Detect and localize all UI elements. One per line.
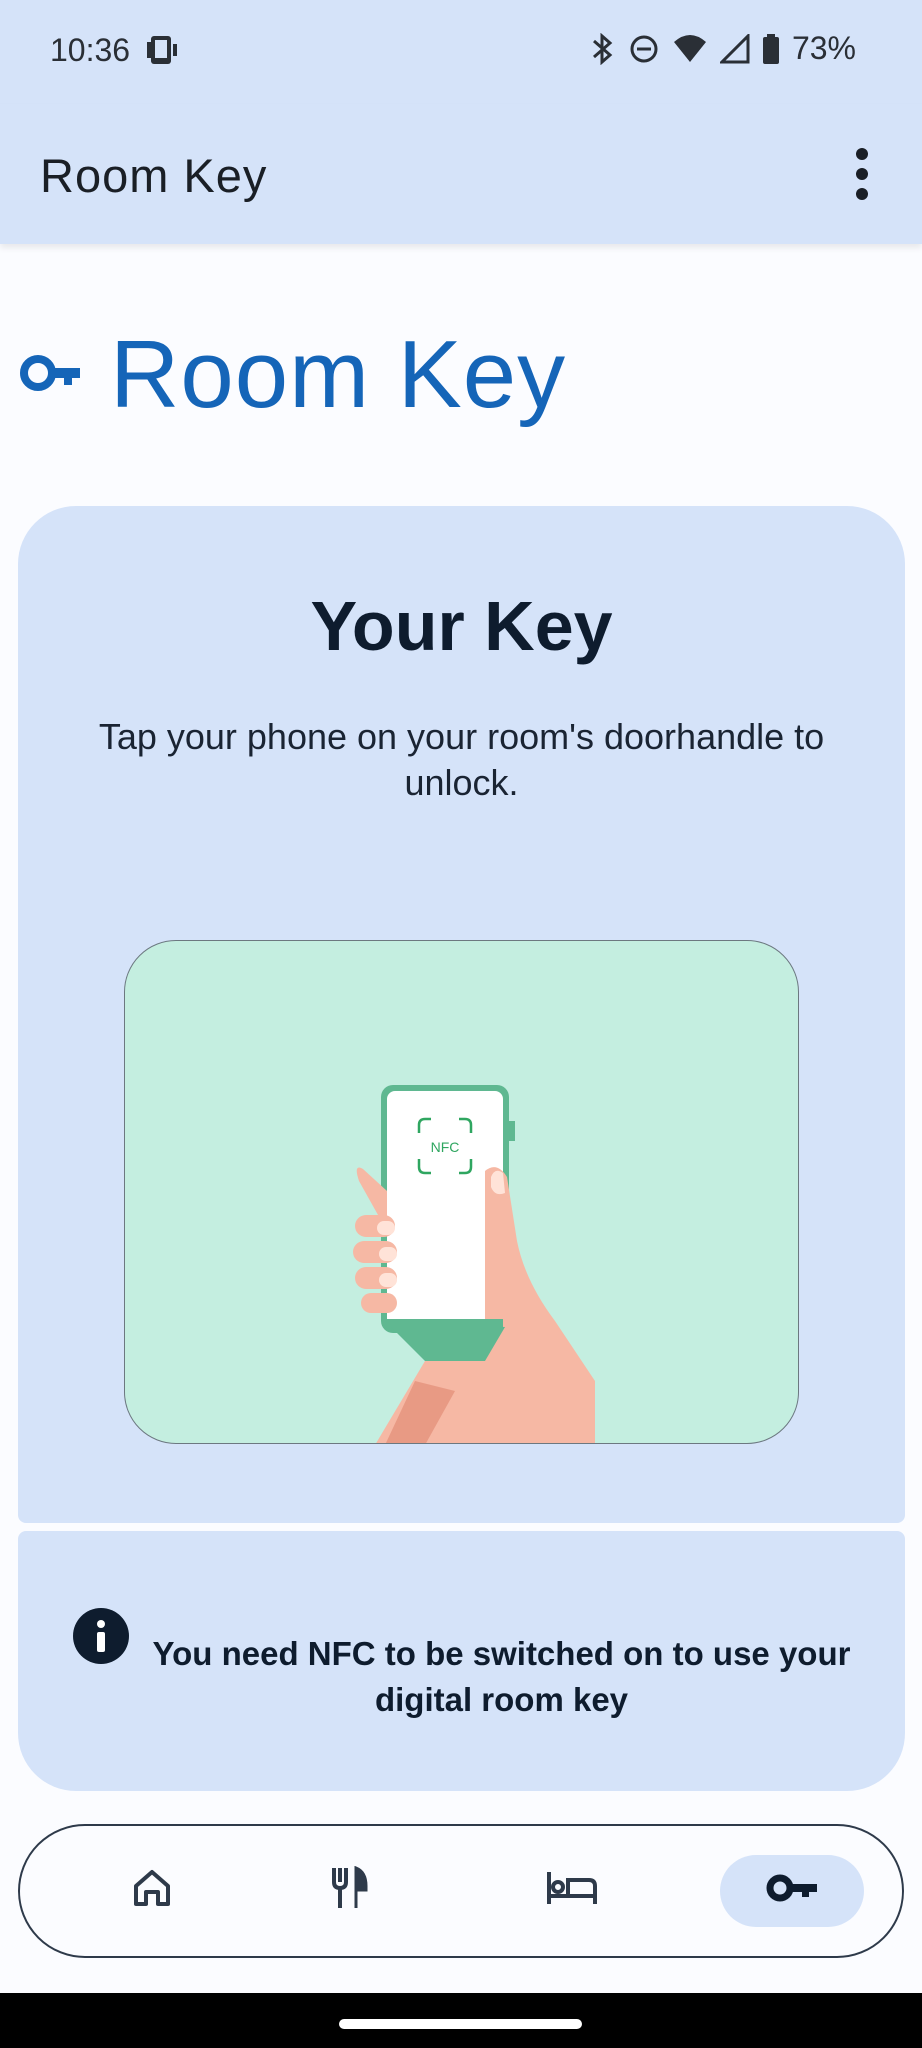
nav-room-key[interactable]	[720, 1826, 864, 1955]
status-icons: 73%	[588, 30, 856, 67]
app-bar-title: Room Key	[40, 149, 268, 202]
nav-home[interactable]	[80, 1826, 224, 1955]
info-icon	[72, 1607, 130, 1670]
system-gesture-bar	[0, 1993, 922, 2048]
nav-room-key-indicator	[720, 1854, 864, 1927]
battery-icon	[762, 33, 780, 65]
home-icon	[132, 1868, 172, 1913]
status-bar: 10:36 73%	[0, 0, 922, 104]
key-icon	[766, 1873, 818, 1908]
more-vert-icon[interactable]	[842, 144, 882, 204]
do-not-disturb-icon	[628, 33, 660, 65]
nfc-tap-illustration: NFC	[124, 940, 799, 1444]
status-time: 10:36	[50, 32, 131, 68]
page-title: Room Key	[110, 321, 567, 428]
app-bar: Room Key	[0, 104, 922, 244]
nav-room[interactable]	[500, 1826, 644, 1955]
bed-icon	[546, 1870, 598, 1911]
home-gesture-handle[interactable]	[339, 2019, 582, 2029]
nfc-info-message: You need NFC to be switched on to use yo…	[152, 1635, 851, 1718]
cell-signal-icon	[719, 33, 750, 64]
bottom-navigation	[18, 1824, 904, 1958]
key-icon	[20, 354, 82, 396]
bluetooth-icon	[588, 32, 616, 65]
battery-percentage: 73%	[791, 30, 856, 66]
page-heading: Room Key	[20, 320, 566, 430]
key-card-description: Tap your phone on your room's doorhandle…	[98, 716, 825, 803]
nav-restaurant[interactable]	[278, 1826, 422, 1955]
nfc-info-card: You need NFC to be switched on to use yo…	[18, 1531, 905, 1791]
key-card: Your Key Tap your phone on your room's d…	[18, 506, 905, 1523]
illustration-nfc-label: NFC	[431, 1139, 460, 1155]
wifi-icon	[672, 34, 708, 64]
restaurant-icon	[330, 1865, 370, 1915]
nfc-phone-icon	[145, 34, 179, 68]
key-card-title: Your Key	[310, 587, 613, 665]
